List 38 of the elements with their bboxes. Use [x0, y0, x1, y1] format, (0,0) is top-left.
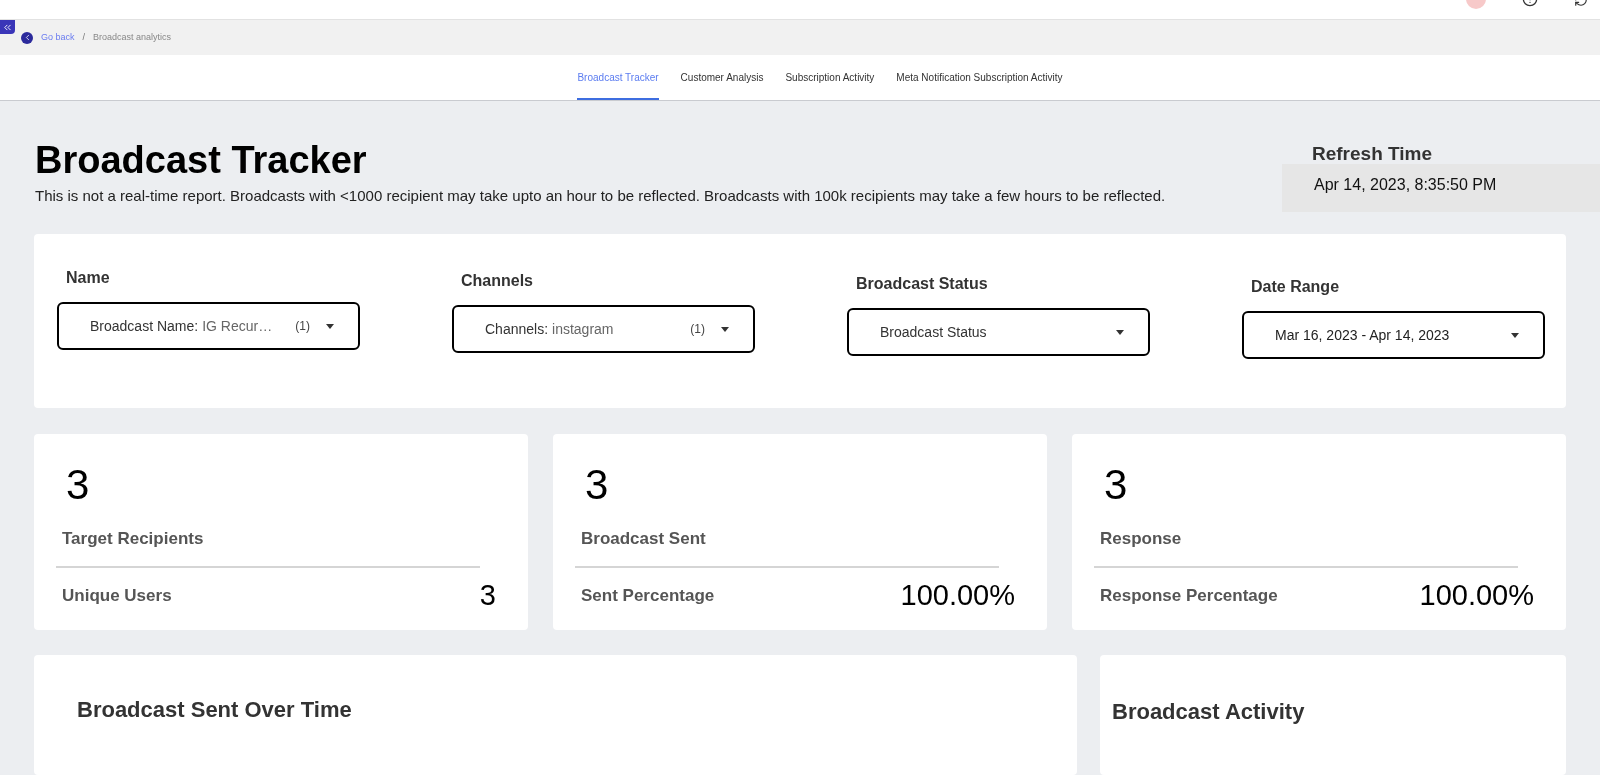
- caret-icon: [326, 323, 334, 329]
- stat-value: 3: [584, 464, 610, 506]
- stat-label: Response: [1099, 528, 1183, 550]
- filter-dropdown[interactable]: Channels: instagram (1): [452, 305, 755, 353]
- filter-label: Broadcast Status: [855, 274, 989, 294]
- filter-dropdown[interactable]: Mar 16, 2023 - Apr 14, 2023: [1242, 311, 1545, 359]
- stat-label: Target Recipients: [61, 528, 205, 550]
- stat-sub-value: 3: [479, 577, 496, 613]
- tab[interactable]: Customer Analysis: [680, 55, 764, 100]
- refresh-time-label: Refresh Time: [1312, 142, 1434, 166]
- back-icon[interactable]: [21, 31, 33, 44]
- stat-sub-label: Response Percentage: [1099, 584, 1278, 607]
- stat-sub-value: 100.00%: [1419, 577, 1534, 613]
- caret-icon: [721, 326, 729, 332]
- filter-label: Name: [65, 268, 111, 288]
- report-note: This is not a real-time report. Broadcasts with <1000 recipient may take upto an hour to be reflected. Broadcasts with 100k recipients may take a few hours to be reflected.: [35, 185, 1166, 206]
- panel-title: Broadcast Activity: [1112, 699, 1305, 724]
- tab[interactable]: Broadcast Tracker: [577, 55, 659, 100]
- tab[interactable]: Meta Notification Subscription Activity: [896, 55, 1063, 100]
- collapse-button[interactable]: [0, 20, 15, 34]
- tab[interactable]: Subscription Activity: [785, 55, 875, 100]
- caret-icon: [1116, 329, 1124, 335]
- filter-dropdown[interactable]: Broadcast Status: [847, 308, 1150, 356]
- stat-value: 3: [1103, 464, 1129, 506]
- stat-sub-label: Sent Percentage: [580, 584, 715, 607]
- filter-dropdown[interactable]: Broadcast Name: IG Recur… (1): [57, 302, 360, 350]
- stat-value: 3: [65, 464, 91, 506]
- caret-icon: [1511, 332, 1519, 338]
- page-title: Broadcast Tracker: [35, 138, 368, 183]
- filter-label: Channels: [460, 271, 534, 291]
- stat-sub-value: 100.00%: [900, 577, 1015, 613]
- panel-title: Broadcast Sent Over Time: [77, 697, 352, 722]
- stat-label: Broadcast Sent: [580, 528, 707, 550]
- breadcrumb-current: Broadcast analytics: [93, 30, 172, 44]
- refresh-time-value: Apr 14, 2023, 8:35:50 PM: [1314, 174, 1498, 195]
- breadcrumb-separator: /: [82, 30, 86, 44]
- stat-sub-label: Unique Users: [61, 584, 172, 607]
- filter-label: Date Range: [1250, 277, 1341, 297]
